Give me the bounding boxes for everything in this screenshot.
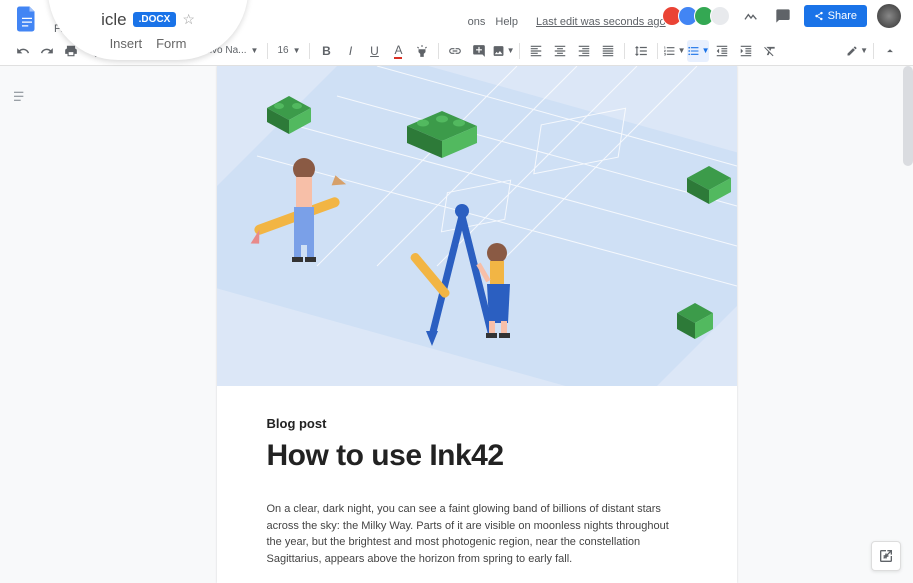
document-canvas[interactable]: Blog post How to use Ink42 On a clear, d… [40,66,913,583]
zoom-title-suffix: icle [101,10,127,30]
align-justify-icon[interactable] [597,40,619,62]
page: Blog post How to use Ink42 On a clear, d… [217,66,737,583]
indent-decrease-icon[interactable] [711,40,733,62]
fontsize-dropdown[interactable]: 16 ▼ [273,43,304,58]
comment-icon[interactable] [468,40,490,62]
link-icon[interactable] [444,40,466,62]
collaborator-avatars[interactable] [666,6,730,26]
star-icon[interactable]: ☆ [182,11,195,28]
clear-format-icon[interactable] [759,40,781,62]
docx-badge: .DOCX [133,12,177,27]
share-label: Share [828,10,857,22]
post-category: Blog post [267,416,687,431]
share-button[interactable]: Share [804,5,867,27]
comments-icon[interactable] [772,5,794,27]
hero-illustration [217,66,737,386]
align-left-icon[interactable] [525,40,547,62]
undo-icon[interactable] [12,40,34,62]
align-center-icon[interactable] [549,40,571,62]
outline-icon[interactable] [9,86,31,108]
menu-partial[interactable]: ons [468,16,486,28]
last-edit-info[interactable]: Last edit was seconds ago [536,16,666,28]
collapse-icon[interactable] [879,40,901,62]
document-content[interactable]: Blog post How to use Ink42 On a clear, d… [217,386,737,583]
bullet-list-icon[interactable]: ▼ [687,40,709,62]
align-right-icon[interactable] [573,40,595,62]
menu-help[interactable]: Help [495,16,518,28]
highlight-icon[interactable] [411,40,433,62]
avatar[interactable] [710,6,730,26]
indent-increase-icon[interactable] [735,40,757,62]
italic-icon[interactable]: I [339,40,361,62]
menu-insert[interactable]: Insert [110,36,143,51]
image-icon[interactable]: ▼ [492,40,514,62]
redo-icon[interactable] [36,40,58,62]
workspace: Blog post How to use Ink42 On a clear, d… [0,66,913,583]
editing-mode-icon[interactable]: ▼ [846,40,868,62]
bold-icon[interactable]: B [315,40,337,62]
docs-logo-icon[interactable] [12,4,42,34]
menu-format-partial[interactable]: Form [156,36,186,51]
line-spacing-icon[interactable] [630,40,652,62]
post-headline: How to use Ink42 [267,439,687,473]
explore-button[interactable] [871,541,901,571]
scrollbar[interactable] [903,66,913,166]
text-color-icon[interactable]: A [387,40,409,62]
header-actions: Share [666,4,901,28]
numbered-list-icon[interactable]: ▼ [663,40,685,62]
activity-icon[interactable] [740,5,762,27]
outline-panel [0,66,40,583]
body-paragraph: On a clear, dark night, you can see a fa… [267,501,687,567]
profile-avatar[interactable] [877,4,901,28]
underline-icon[interactable]: U [363,40,385,62]
